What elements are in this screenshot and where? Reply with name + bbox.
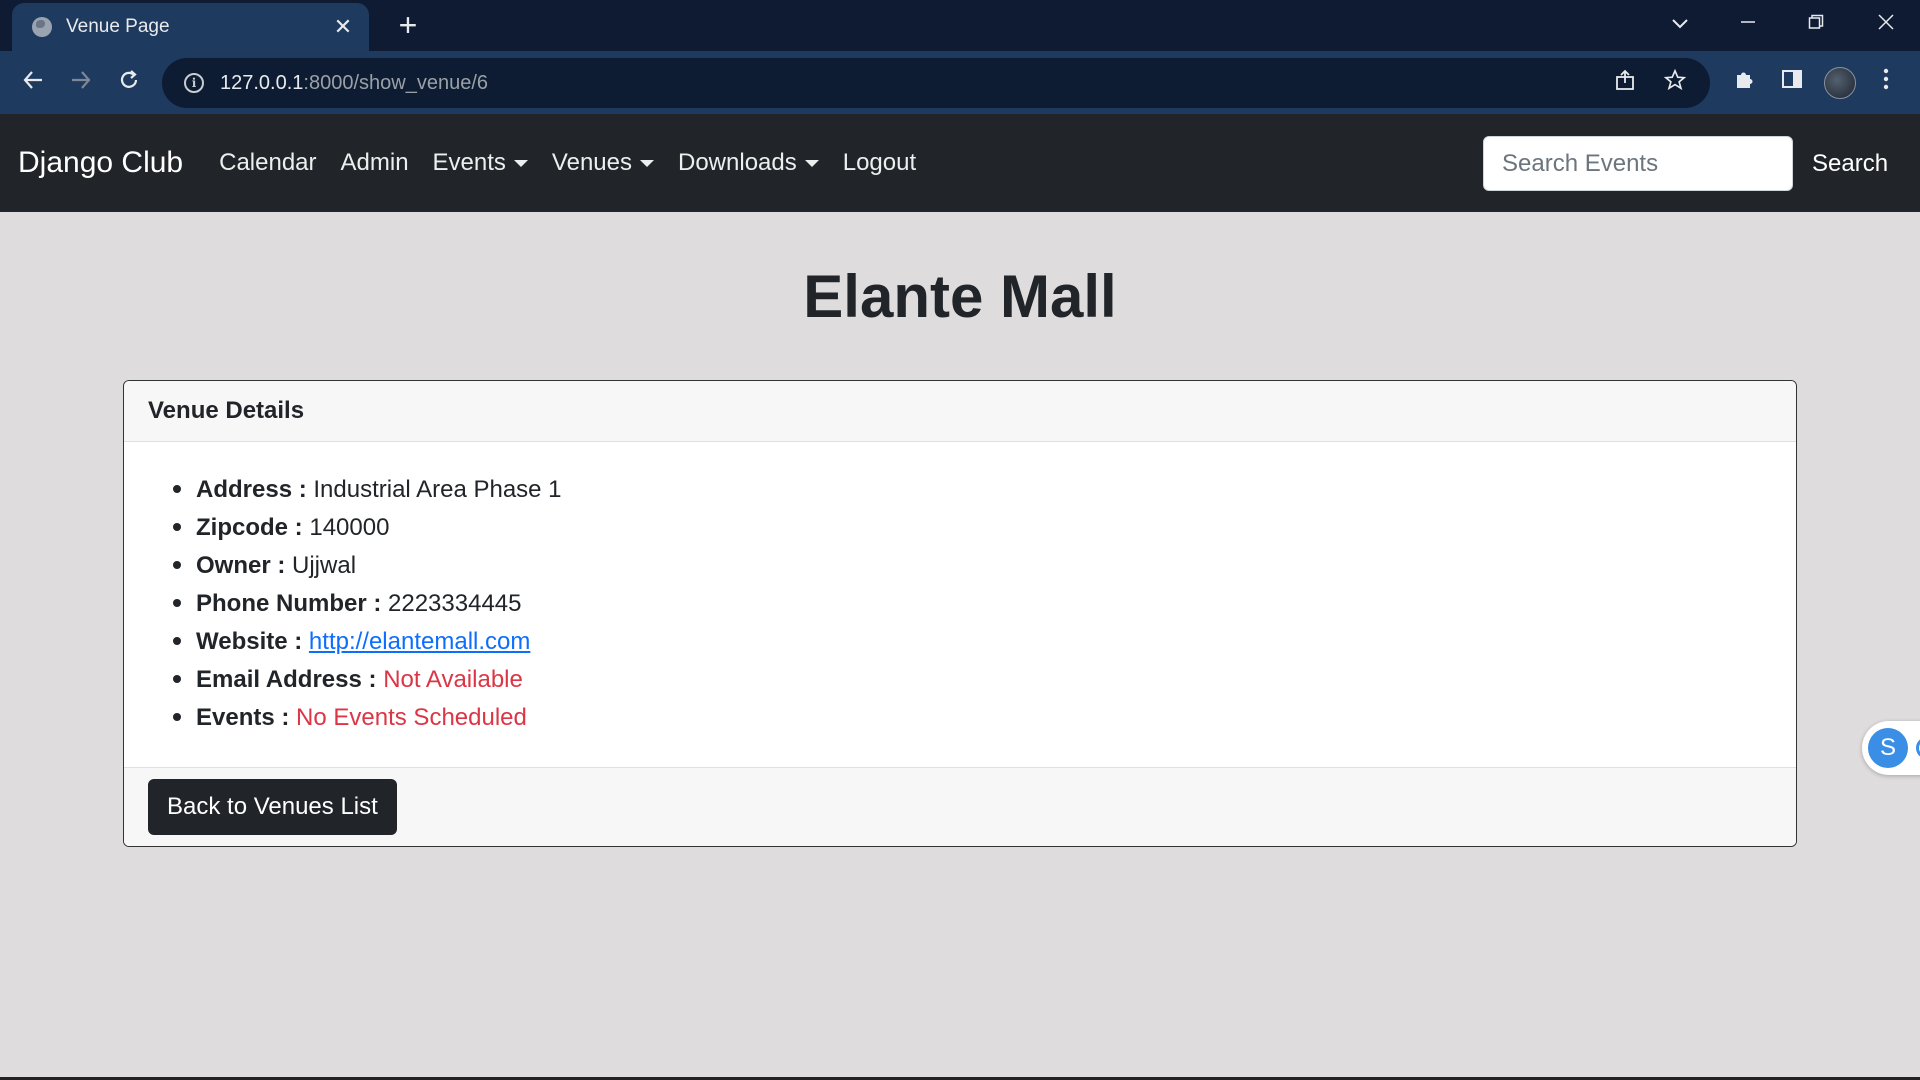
nav-venues-dropdown[interactable]: Venues [552, 149, 654, 177]
list-item-phone: Phone Number : 2223334445 [196, 584, 1772, 622]
search-input[interactable] [1483, 136, 1793, 191]
list-item-website: Website : http://elantemall.com [196, 622, 1772, 660]
nav-logout[interactable]: Logout [843, 149, 916, 177]
floating-widget[interactable]: S [1862, 721, 1920, 775]
nav-logout-label: Logout [842, 149, 917, 176]
page-title: Elante Mall [803, 263, 1117, 330]
widget-s-icon[interactable]: S [1868, 728, 1908, 768]
side-panel-icon[interactable] [1776, 67, 1808, 99]
widget-ring-icon [1916, 737, 1920, 759]
caret-down-icon [640, 159, 654, 167]
url-host: 127.0.0.1 [220, 71, 304, 94]
list-item-email: Email Address : Not Available [196, 660, 1772, 698]
kebab-menu-icon[interactable] [1870, 67, 1902, 99]
share-icon[interactable] [1612, 69, 1638, 97]
address-bar[interactable]: i 127.0.0.1:8000/show_venue/6 [162, 58, 1710, 108]
card-footer: Back to Venues List [124, 767, 1796, 846]
nav-calendar[interactable]: Calendar [219, 149, 316, 177]
list-item-zipcode: Zipcode : 140000 [196, 508, 1772, 546]
address-value: Industrial Area Phase 1 [313, 476, 562, 503]
email-label: Email Address : [196, 666, 377, 693]
email-value: Not Available [383, 666, 523, 693]
info-icon[interactable]: i [184, 73, 204, 93]
zipcode-value: 140000 [309, 514, 390, 541]
caret-down-icon [804, 159, 819, 167]
arrow-right-icon[interactable] [64, 65, 98, 99]
site-navbar: Django Club Calendar Admin Events Venues… [0, 114, 1920, 212]
reload-icon[interactable] [112, 65, 146, 99]
events-label: Events : [196, 704, 290, 731]
venue-details-list: Address : Industrial Area Phase 1 Zipcod… [148, 470, 1772, 736]
nav-events-label: Events [432, 149, 506, 176]
browser-tab-strip: Venue Page ✕ + [0, 0, 1920, 51]
brand-link[interactable]: Django Club [18, 146, 183, 180]
owner-label: Owner : [196, 552, 286, 579]
globe-icon [32, 17, 52, 37]
website-link[interactable]: http://elantemall.com [309, 628, 530, 655]
profile-avatar[interactable] [1824, 67, 1856, 99]
list-item-owner: Owner : Ujjwal [196, 546, 1772, 584]
nav-venues-label: Venues [551, 149, 632, 176]
caret-down-icon [513, 159, 528, 167]
events-value: No Events Scheduled [296, 704, 527, 731]
phone-label: Phone Number : [196, 590, 382, 617]
card-title: Venue Details [148, 397, 305, 424]
close-window-icon[interactable] [1866, 8, 1906, 40]
card-body: Address : Industrial Area Phase 1 Zipcod… [124, 442, 1796, 767]
browser-tab[interactable]: Venue Page ✕ [12, 3, 369, 51]
back-to-venues-button[interactable]: Back to Venues List [148, 779, 397, 835]
search-button[interactable]: Search [1812, 136, 1888, 191]
phone-value: 2223334445 [388, 590, 522, 617]
star-icon[interactable] [1662, 68, 1688, 97]
nav-admin-label: Admin [340, 149, 409, 176]
nav-downloads-label: Downloads [678, 149, 797, 176]
puzzle-icon[interactable] [1728, 67, 1760, 99]
nav-downloads-dropdown[interactable]: Downloads [678, 149, 819, 177]
tab-title: Venue Page [66, 16, 170, 37]
nav-calendar-label: Calendar [219, 149, 317, 176]
owner-value: Ujjwal [292, 552, 357, 579]
minimize-icon[interactable] [1728, 8, 1768, 40]
new-tab-button[interactable]: + [390, 8, 426, 44]
url-path: :8000/show_venue/6 [303, 71, 489, 94]
browser-toolbar: i 127.0.0.1:8000/show_venue/6 [0, 51, 1920, 114]
url-text[interactable]: 127.0.0.1:8000/show_venue/6 [220, 72, 1588, 95]
tab-search-icon[interactable] [1660, 8, 1700, 40]
website-label: Website : [196, 628, 303, 655]
card-header: Venue Details [124, 381, 1796, 442]
nav-events-dropdown[interactable]: Events [433, 149, 528, 177]
address-label: Address : [196, 476, 307, 503]
zipcode-label: Zipcode : [196, 514, 303, 541]
list-item-address: Address : Industrial Area Phase 1 [196, 470, 1772, 508]
venue-details-card: Venue Details Address : Industrial Area … [123, 380, 1797, 847]
nav-admin[interactable]: Admin [341, 149, 409, 177]
restore-icon[interactable] [1796, 8, 1836, 40]
arrow-left-icon[interactable] [16, 65, 50, 99]
close-tab-icon[interactable]: ✕ [331, 14, 355, 40]
list-item-events: Events : No Events Scheduled [196, 698, 1772, 736]
